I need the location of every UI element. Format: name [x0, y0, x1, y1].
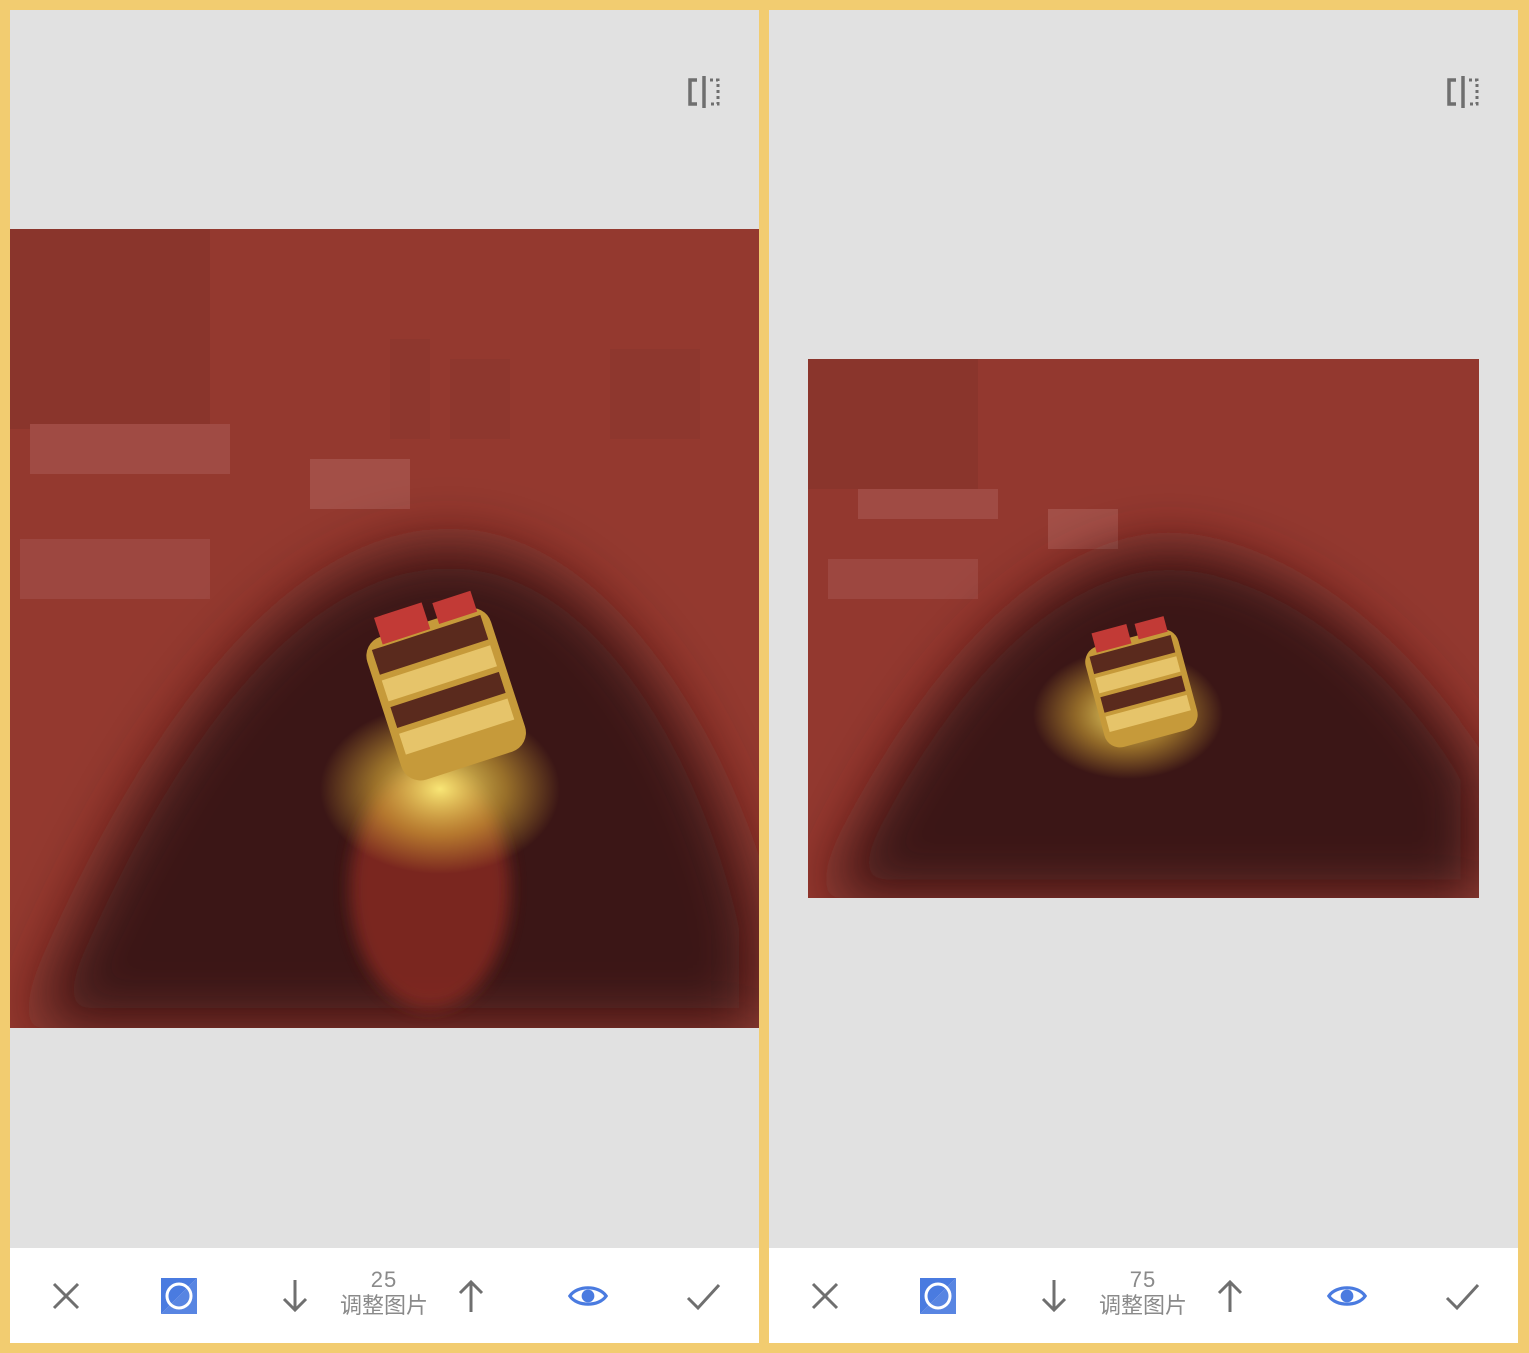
adjustment-label: 调整图片 [339, 1294, 428, 1319]
arrow-down-icon[interactable] [273, 1274, 317, 1318]
eye-icon[interactable] [1325, 1274, 1369, 1318]
compare-split-icon[interactable] [685, 72, 725, 112]
adjustment-value: 25 [370, 1267, 398, 1292]
adjustment-value-display: 75 调整图片 [1083, 1268, 1203, 1322]
close-icon[interactable] [44, 1274, 88, 1318]
checkmark-icon[interactable] [681, 1274, 725, 1318]
checkmark-icon[interactable] [1440, 1274, 1484, 1318]
editor-panel-left: 25 调整图片 [10, 10, 759, 1343]
close-icon[interactable] [803, 1274, 847, 1318]
edited-photo-mask-preview[interactable] [10, 229, 759, 1028]
mask-toggle-icon[interactable] [157, 1274, 201, 1318]
arrow-down-icon[interactable] [1032, 1274, 1076, 1318]
bottom-toolbar: 25 调整图片 [10, 1248, 759, 1343]
editor-panel-right: 75 调整图片 [769, 10, 1518, 1343]
eye-icon[interactable] [566, 1274, 610, 1318]
adjustment-label: 调整图片 [1098, 1294, 1187, 1319]
adjustment-value-display: 25 调整图片 [324, 1268, 444, 1322]
adjustment-value: 75 [1129, 1267, 1157, 1292]
bottom-toolbar: 75 调整图片 [769, 1248, 1518, 1343]
edited-photo-mask-preview[interactable] [808, 359, 1479, 898]
arrow-up-icon[interactable] [1208, 1274, 1252, 1318]
compare-split-icon[interactable] [1444, 72, 1484, 112]
mask-toggle-icon[interactable] [916, 1274, 960, 1318]
arrow-up-icon[interactable] [449, 1274, 493, 1318]
